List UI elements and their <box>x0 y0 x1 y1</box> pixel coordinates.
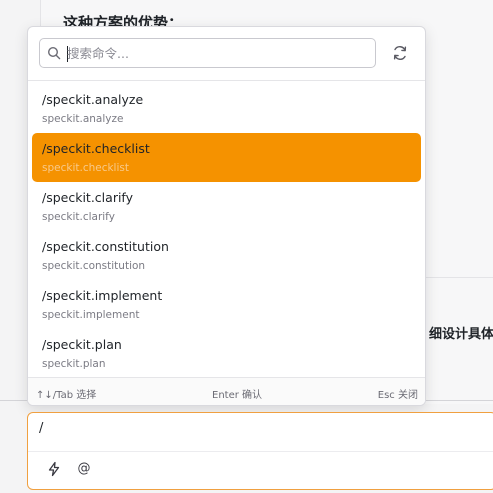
enter-hint: Enter 确认 <box>212 390 263 401</box>
command-list: /speckit.analyze speckit.analyze /specki… <box>28 84 425 378</box>
command-subtitle: speckit.clarify <box>42 211 115 223</box>
command-palette: /speckit.analyze speckit.analyze /specki… <box>27 26 426 406</box>
command-subtitle: speckit.plan <box>42 358 106 370</box>
command-item[interactable]: /speckit.constitution speckit.constituti… <box>32 231 421 280</box>
refresh-icon[interactable] <box>390 43 410 63</box>
command-item-selected[interactable]: /speckit.checklist speckit.checklist <box>32 133 421 182</box>
composer-toolbar-divider <box>28 451 493 452</box>
nav-hint: ↑↓/Tab 选择 <box>36 390 97 401</box>
command-subtitle: speckit.checklist <box>42 162 129 174</box>
command-title: /speckit.clarify <box>42 190 134 205</box>
command-item[interactable]: /speckit.clarify speckit.clarify <box>32 182 421 231</box>
document-snippet: 细设计具体 <box>429 327 493 342</box>
command-title: /speckit.analyze <box>42 92 144 107</box>
lightning-icon[interactable] <box>46 461 62 477</box>
chat-composer[interactable]: / @ <box>27 412 493 490</box>
command-title: /speckit.constitution <box>42 239 169 254</box>
search-row <box>28 27 425 81</box>
search-icon <box>47 46 61 60</box>
command-title: /speckit.implement <box>42 288 163 303</box>
esc-hint: Esc 关闭 <box>377 390 418 401</box>
command-subtitle: speckit.constitution <box>42 260 146 272</box>
composer-input[interactable]: / <box>39 421 43 436</box>
command-item[interactable]: /speckit.analyze speckit.analyze <box>32 84 421 133</box>
command-title: /speckit.plan <box>42 337 122 352</box>
at-icon[interactable]: @ <box>76 461 92 477</box>
search-box[interactable] <box>39 38 376 68</box>
command-subtitle: speckit.implement <box>42 309 140 321</box>
search-input[interactable] <box>67 42 367 64</box>
command-subtitle: speckit.analyze <box>42 113 124 125</box>
command-item[interactable]: /speckit.implement speckit.implement <box>32 280 421 329</box>
command-title: /speckit.checklist <box>42 141 150 156</box>
command-item[interactable]: /speckit.plan speckit.plan <box>32 329 421 378</box>
palette-footer: ↑↓/Tab 选择 Enter 确认 Esc 关闭 <box>28 377 425 405</box>
